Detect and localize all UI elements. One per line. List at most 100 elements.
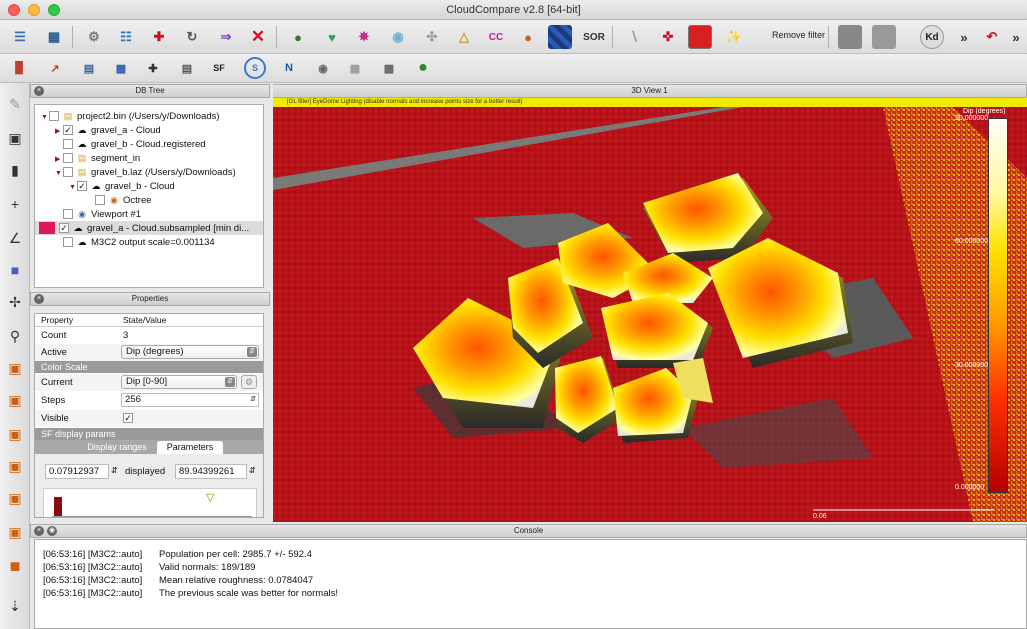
- gear-icon[interactable]: ⚙: [241, 375, 257, 389]
- sf-icon[interactable]: ♥: [320, 25, 344, 49]
- view-right-icon[interactable]: ▣: [4, 487, 26, 509]
- visibility-checkbox[interactable]: [95, 195, 105, 206]
- cc-icon[interactable]: CC: [484, 25, 508, 49]
- expand-icon[interactable]: ⇣: [4, 595, 26, 617]
- histogram-icon[interactable]: █: [8, 57, 30, 79]
- tree-item[interactable]: ◉ Octree: [95, 193, 152, 207]
- visibility-checkbox[interactable]: [63, 237, 73, 248]
- view-front-icon[interactable]: ▣: [4, 389, 26, 411]
- collapse-arrow-icon[interactable]: ▼: [41, 111, 49, 125]
- remove-filter-button[interactable]: Remove filter: [772, 30, 825, 40]
- view-back-icon[interactable]: ▣: [4, 455, 26, 477]
- close-icon[interactable]: ×: [34, 526, 44, 536]
- front-cube-icon[interactable]: ■: [4, 555, 26, 577]
- add-icon[interactable]: ✚: [142, 57, 164, 79]
- crosshair-icon[interactable]: ✜: [656, 25, 680, 49]
- scalar-icon[interactable]: ▤: [78, 57, 100, 79]
- plugin-icon[interactable]: ↶: [980, 25, 1004, 49]
- grid-icon[interactable]: [548, 25, 572, 49]
- collapse-arrow-icon[interactable]: ▼: [69, 181, 77, 195]
- visibility-checkbox[interactable]: [63, 139, 73, 150]
- close-icon[interactable]: ×: [34, 294, 44, 304]
- ball-icon[interactable]: ●: [412, 57, 434, 79]
- sparkle-icon[interactable]: ✨: [722, 25, 746, 49]
- visible-checkbox[interactable]: ✓: [123, 413, 133, 423]
- tree-item-selected[interactable]: ✓ ☁ gravel_a - Cloud.subsampled [min di...: [35, 221, 263, 235]
- doc-icon[interactable]: ▤: [176, 57, 198, 79]
- close-window-button[interactable]: [8, 4, 20, 16]
- expand-arrow-icon[interactable]: ▶: [55, 125, 63, 139]
- float-icon[interactable]: ◉: [47, 526, 57, 536]
- tree-item[interactable]: ◉ Viewport #1: [63, 207, 141, 221]
- blob-icon[interactable]: ●: [516, 25, 540, 49]
- list-icon[interactable]: ☷: [114, 25, 138, 49]
- normals-button[interactable]: N: [278, 57, 300, 79]
- range-max-input[interactable]: 89.94399261: [175, 464, 247, 479]
- steps-spinbox[interactable]: 256 ⇵: [121, 393, 259, 407]
- move-icon[interactable]: ✢: [4, 291, 26, 313]
- visibility-checkbox[interactable]: [63, 209, 73, 220]
- range-min-input[interactable]: 0.07912937: [45, 464, 109, 479]
- stepper-icon[interactable]: ⇵: [250, 394, 256, 406]
- view-top-icon[interactable]: ▣: [4, 357, 26, 379]
- collapse-arrow-icon[interactable]: ▼: [55, 167, 63, 181]
- mesh-icon[interactable]: [872, 25, 896, 49]
- tree-item[interactable]: ▼ ✓ ☁ gravel_b - Cloud: [69, 179, 175, 193]
- tree-item[interactable]: ▶ ✓ ☁ gravel_a - Cloud: [55, 123, 161, 137]
- chart-icon[interactable]: ↗: [44, 57, 66, 79]
- console-panel[interactable]: [06:53:16] [M3C2::auto] Population per ce…: [34, 539, 1027, 629]
- view-left-icon[interactable]: ▣: [4, 423, 26, 445]
- visibility-checkbox[interactable]: [63, 153, 73, 164]
- delete-icon[interactable]: ✕: [246, 25, 270, 49]
- zoom-icon[interactable]: ⚲: [4, 325, 26, 347]
- tree-item[interactable]: ☁ gravel_b - Cloud.registered: [63, 137, 206, 151]
- filter-icon[interactable]: ✣: [420, 25, 444, 49]
- more-icon[interactable]: »: [952, 25, 976, 49]
- ruler-icon[interactable]: ▮: [4, 159, 26, 181]
- view3d-canvas[interactable]: 0.06 [GL filter] EyeDome Lighting (disab…: [273, 98, 1027, 522]
- tab-parameters[interactable]: Parameters: [157, 441, 223, 454]
- visibility-checkbox[interactable]: ✓: [63, 125, 73, 136]
- box-icon[interactable]: ■: [4, 259, 26, 281]
- angle-icon[interactable]: ∠: [4, 227, 26, 249]
- translate-icon[interactable]: ✚: [147, 25, 171, 49]
- sf-histogram[interactable]: ▽: [43, 488, 257, 517]
- settings-icon[interactable]: ⚙: [82, 25, 106, 49]
- smooth-icon[interactable]: △: [452, 25, 476, 49]
- m3c2-icon[interactable]: ▦: [344, 57, 366, 79]
- camera-icon[interactable]: ▣: [4, 127, 26, 149]
- noise-icon[interactable]: ✸: [352, 25, 376, 49]
- kd-icon[interactable]: Kd: [920, 25, 944, 49]
- sample-icon[interactable]: ●: [286, 25, 310, 49]
- tree-item[interactable]: ▶ ▤ segment_in: [55, 151, 140, 165]
- clone-icon[interactable]: ↻: [180, 25, 204, 49]
- sor-icon[interactable]: SOR: [582, 25, 606, 49]
- plus-icon[interactable]: +: [4, 193, 26, 215]
- sf-circle-icon[interactable]: S: [244, 57, 266, 79]
- visibility-checkbox[interactable]: [63, 167, 73, 178]
- visibility-checkbox[interactable]: [49, 111, 59, 122]
- tree-item[interactable]: ☁ M3C2 output scale=0.001134: [63, 235, 215, 249]
- tab-display-ranges[interactable]: Display ranges: [79, 441, 155, 454]
- visibility-checkbox[interactable]: ✓: [59, 223, 69, 234]
- tree-item[interactable]: ▼ ▤ project2.bin (/Users/y/Downloads): [41, 109, 220, 123]
- maximize-window-button[interactable]: [48, 4, 60, 16]
- stepper-icon[interactable]: ⇵: [111, 466, 118, 475]
- track-icon[interactable]: ∖: [622, 25, 646, 49]
- cube-icon[interactable]: [688, 25, 712, 49]
- minimize-window-button[interactable]: [28, 4, 40, 16]
- image-icon[interactable]: ▩: [378, 57, 400, 79]
- close-icon[interactable]: ×: [34, 86, 44, 96]
- tree-item[interactable]: ▼ ▤ gravel_b.laz (/Users/y/Downloads): [55, 165, 236, 179]
- view-bottom-icon[interactable]: ▣: [4, 521, 26, 543]
- sf-button[interactable]: SF: [208, 57, 230, 79]
- merge-icon[interactable]: ⇒: [214, 25, 238, 49]
- save-icon[interactable]: ▦: [42, 25, 66, 49]
- more-plugins-icon[interactable]: »: [1004, 25, 1027, 49]
- color-icon[interactable]: ▩: [110, 57, 132, 79]
- visibility-checkbox[interactable]: ✓: [77, 181, 87, 192]
- sphere-icon[interactable]: ◉: [312, 57, 334, 79]
- normal-icon[interactable]: ◉: [386, 25, 410, 49]
- stepper-icon[interactable]: ⇵: [249, 466, 256, 475]
- open-icon[interactable]: ☰: [8, 25, 32, 49]
